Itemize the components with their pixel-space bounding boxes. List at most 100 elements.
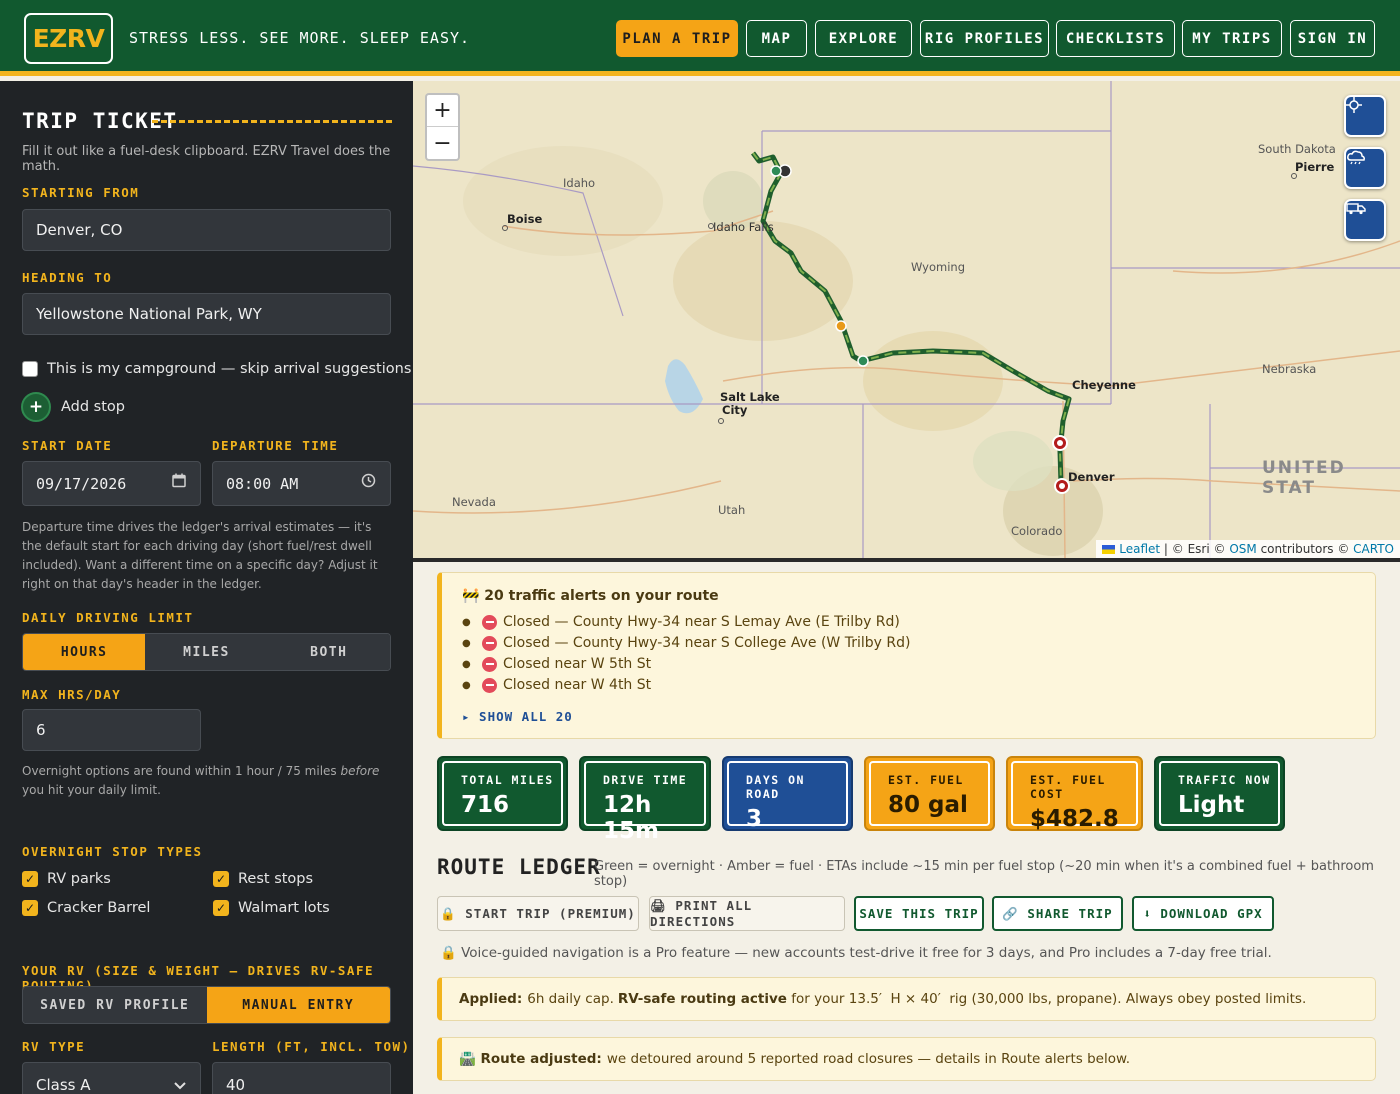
calendar-icon[interactable] [172,473,186,492]
departure-time-label: DEPARTURE TIME [212,438,339,453]
zoom-in-button[interactable]: + [427,95,458,127]
start-date-input[interactable]: 09/17/2026 [22,461,201,506]
heading-to-input[interactable]: Yellowstone National Park, WY [22,293,391,335]
nav-map[interactable]: MAP [746,20,807,57]
stat-drive-time: DRIVE TIME 12h 15m [579,756,711,844]
truck-icon[interactable] [1344,199,1386,241]
length-input[interactable]: 40 [212,1062,391,1094]
daily-limit-segmented-control: HOURS MILES BOTH [22,633,391,671]
map-label-united-states: UNITED STAT [1262,458,1346,498]
add-stop-label[interactable]: Add stop [61,399,125,415]
rv-type-value: Class A [36,1075,91,1094]
max-hrs-label: MAX HRS/DAY [22,687,122,702]
checkbox-checked-icon[interactable]: ✓ [213,871,229,887]
nav-sign-in[interactable]: SIGN IN [1290,20,1375,57]
stop-type-rest-stops[interactable]: ✓ Rest stops [213,871,313,887]
add-stop-plus-icon[interactable]: + [21,392,51,422]
show-all-alerts-link[interactable]: ▸ SHOW ALL 20 [462,709,573,724]
checkbox-checked-icon[interactable]: ✓ [22,871,38,887]
map-label-idaho-falls: Idaho Falls [713,220,774,234]
daily-limit-hours-option[interactable]: HOURS [23,634,146,670]
tagline: STRESS LESS. SEE MORE. SLEEP EASY. [129,29,471,47]
daily-driving-limit-label: DAILY DRIVING LIMIT [22,610,194,625]
stat-label: TRAFFIC NOW [1178,773,1271,787]
attribution-sep-2: contributors © [1256,542,1354,556]
daily-limit-both-option[interactable]: BOTH [267,634,390,670]
map-label-colorado: Colorado [1011,524,1063,538]
nav-my-trips[interactable]: MY TRIPS [1182,20,1282,57]
nav-rig-profiles[interactable]: RIG PROFILES [920,20,1049,57]
stop-type-walmart-lots[interactable]: ✓ Walmart lots [213,900,330,916]
overnight-note-text-b: you hit your daily limit. [22,783,161,797]
no-entry-icon [482,635,497,651]
leaflet-link[interactable]: Leaflet [1119,542,1160,556]
start-date-label: START DATE [22,438,113,453]
osm-link[interactable]: OSM [1229,542,1256,556]
save-trip-button[interactable]: SAVE THIS TRIP [854,896,984,931]
alert-text: Closed — County Hwy-34 near S Lemay Ave … [503,614,900,630]
nav-checklists[interactable]: CHECKLISTS [1056,20,1175,57]
stat-label: TOTAL MILES [461,773,554,787]
campground-checkbox[interactable] [22,361,38,377]
nav-plan-a-trip[interactable]: PLAN A TRIP [616,20,738,57]
alert-item: ● Closed near W 5th St [462,656,652,672]
overnight-stop-types-label: OVERNIGHT STOP TYPES [22,844,203,859]
map-divider [413,558,1400,562]
campground-checkbox-label: This is my campground — skip arrival sug… [47,361,412,377]
stop-type-label: RV parks [47,871,111,887]
stat-label: EST. FUEL COST [1030,773,1106,801]
download-gpx-button[interactable]: ⬇ DOWNLOAD GPX [1132,896,1274,931]
max-hrs-input[interactable]: 6 [22,709,201,751]
starting-from-input[interactable]: Denver, CO [22,209,391,251]
stat-value: $482.8 [1030,806,1119,832]
rv-mode-segmented-control: SAVED RV PROFILE MANUAL ENTRY [22,986,391,1024]
rv-mode-manual-entry[interactable]: MANUAL ENTRY [206,987,390,1023]
map-label-salt-lake: Salt Lake [720,390,780,404]
stop-type-cracker-barrel[interactable]: ✓ Cracker Barrel [22,900,150,916]
stat-value: 716 [461,792,510,818]
length-label: LENGTH (FT, INCL. TOW) [212,1039,411,1054]
alert-item: ● Closed — County Hwy-34 near S Lemay Ave… [462,614,900,630]
traffic-alerts-panel: 🚧 20 traffic alerts on your route ● Close… [437,572,1376,739]
overnight-note-emphasis: before [340,764,380,778]
alert-text: Closed near W 5th St [503,656,652,672]
zoom-control: + − [425,93,460,161]
trip-ticket-subtitle: Fill it out like a fuel-desk clipboard. … [22,144,391,174]
map-label-cheyenne: Cheyenne [1072,378,1136,392]
checkbox-checked-icon[interactable]: ✓ [213,900,229,916]
alert-item: ● Closed near W 4th St [462,677,652,693]
alert-text: Closed — County Hwy-34 near S College Av… [503,635,911,651]
zoom-out-button[interactable]: − [427,127,458,159]
stop-type-rv-parks[interactable]: ✓ RV parks [22,871,111,887]
stat-value: 3 [746,806,763,832]
map-attribution: Leaflet | © Esri © OSM contributors © CA… [1096,540,1400,558]
locate-icon[interactable] [1344,95,1386,137]
campground-checkbox-row[interactable]: This is my campground — skip arrival sug… [22,361,411,377]
rv-safe-routing-label: RV-safe routing active [617,991,787,1007]
rv-type-select[interactable]: Class A [22,1062,201,1094]
map-label-boise: Boise [507,212,543,226]
checkbox-checked-icon[interactable]: ✓ [22,900,38,916]
route-adjusted-label: 🛣️ Route adjusted: [459,1051,602,1067]
route-map[interactable]: Idaho Boise Idaho Falls Wyoming South Da… [413,81,1400,558]
share-trip-button[interactable]: 🔗 SHARE TRIP [992,896,1123,931]
stat-label: DRIVE TIME [603,773,688,787]
route-adjusted-text: we detoured around 5 reported road closu… [606,1051,1131,1067]
ezrv-logo[interactable]: EZRV [24,13,113,64]
map-label-city: City [722,403,748,417]
daily-limit-miles-option[interactable]: MILES [145,634,268,670]
clock-icon[interactable] [361,473,376,492]
departure-time-input[interactable]: 08:00 AM [212,461,391,506]
overnight-note: Overnight options are found within 1 hou… [22,762,392,800]
nav-explore[interactable]: EXPLORE [815,20,912,57]
stop-type-label: Cracker Barrel [47,900,151,916]
weather-icon[interactable] [1344,147,1386,189]
rv-mode-saved-profile[interactable]: SAVED RV PROFILE [23,987,207,1023]
ukraine-flag-icon [1102,545,1116,554]
start-trip-premium-button[interactable]: 🔒 START TRIP (PREMIUM) [437,896,639,931]
stat-value: 80 gal [888,792,968,818]
print-all-directions-button[interactable]: 🖨 PRINT ALL DIRECTIONS [649,896,845,931]
carto-link[interactable]: CARTO [1353,542,1394,556]
attribution-sep-1: | © Esri © [1160,542,1230,556]
map-label-pierre: Pierre [1295,160,1335,174]
